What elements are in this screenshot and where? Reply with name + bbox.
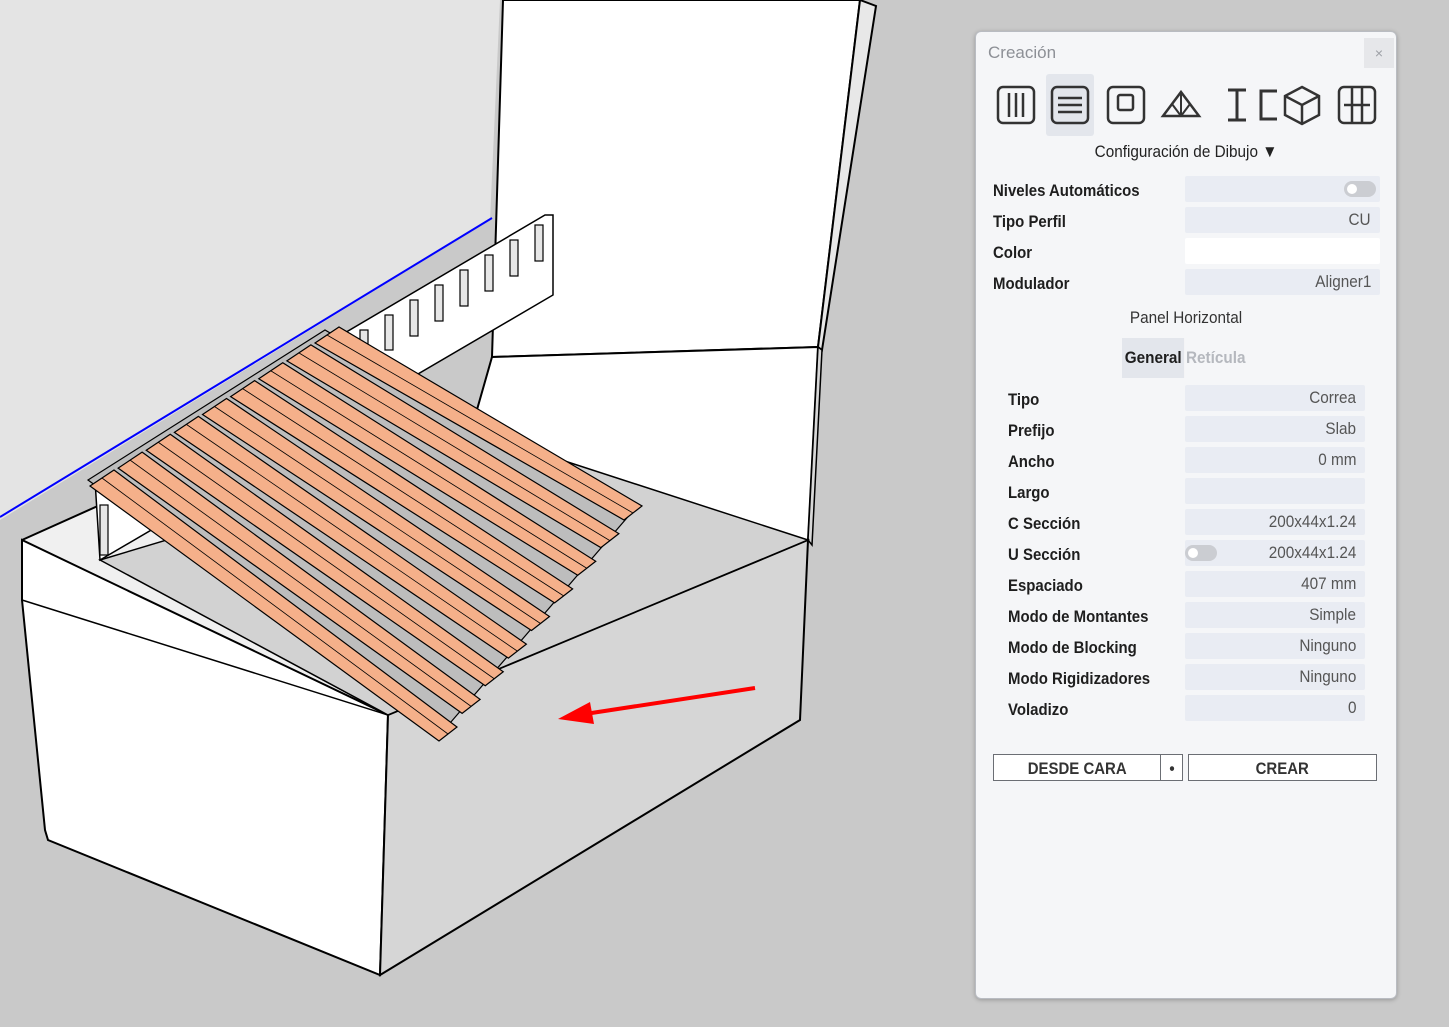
modulador-select[interactable]: Aligner1 — [1185, 269, 1380, 295]
field-value-modo-de-montantes: Simple — [1309, 605, 1356, 624]
field-input-largo[interactable] — [1185, 478, 1365, 504]
window-frame-icon — [1106, 85, 1146, 125]
tab-general[interactable]: General — [1122, 338, 1185, 378]
tipo-perfil-value: CU — [1348, 210, 1371, 229]
tab-reticula[interactable]: Retícula — [1186, 338, 1246, 378]
field-value-espaciado: 407 mm — [1300, 574, 1356, 593]
field-input-modo-de-blocking[interactable]: Ninguno — [1185, 633, 1365, 659]
field-input-espaciado[interactable]: 407 mm — [1185, 571, 1365, 597]
field-label-modo-de-blocking: Modo de Blocking — [1008, 638, 1137, 657]
box-3d-icon — [1283, 85, 1321, 126]
roof-truss-icon — [1160, 89, 1202, 118]
horizontal-panel-tool-button[interactable] — [1046, 74, 1094, 136]
field-row-c-seccion: C Sección 200x44x1.24 — [1008, 509, 1368, 537]
field-value-u-seccion: 200x44x1.24 — [1268, 543, 1356, 562]
studs-icon — [996, 85, 1036, 125]
field-row-modo-de-montantes: Modo de Montantes Simple — [1008, 602, 1368, 630]
field-label-largo: Largo — [1008, 483, 1050, 502]
niveles-row: Niveles Automáticos — [993, 176, 1383, 204]
niveles-toggle[interactable] — [1344, 181, 1376, 197]
tipo-perfil-row: Tipo Perfil CU — [993, 207, 1383, 235]
panel-titlebar: Creación × — [976, 32, 1396, 72]
field-label-tipo: Tipo — [1008, 390, 1040, 409]
creation-panel: Creación × Configuración de Dibujo ▼ Niv… — [975, 31, 1397, 999]
field-row-modo-de-blocking: Modo de Blocking Ninguno — [1008, 633, 1368, 661]
studs-tool-button[interactable] — [992, 74, 1040, 136]
field-input-voladizo[interactable]: 0 — [1185, 695, 1365, 721]
field-row-largo: Largo — [1008, 478, 1368, 506]
modulador-row: Modulador Aligner1 — [993, 269, 1383, 297]
field-label-voladizo: Voladizo — [1008, 700, 1069, 719]
field-label-c-seccion: C Sección — [1008, 514, 1081, 533]
field-input-tipo[interactable]: Correa — [1185, 385, 1365, 411]
field-input-modo-rigidizadores[interactable]: Ninguno — [1185, 664, 1365, 690]
color-label: Color — [993, 243, 1033, 262]
window-frame-tool-button[interactable] — [1102, 74, 1150, 136]
horizontal-panel-icon — [1050, 85, 1090, 125]
close-button[interactable]: × — [1364, 38, 1394, 68]
tipo-perfil-select[interactable]: CU — [1185, 207, 1380, 233]
color-row: Color — [993, 238, 1383, 266]
field-value-ancho: 0 mm — [1317, 450, 1356, 469]
field-row-modo-rigidizadores: Modo Rigidizadores Ninguno — [1008, 664, 1368, 692]
field-value-prefijo: Slab — [1325, 419, 1356, 438]
field-row-u-seccion: U Sección 200x44x1.24 — [1008, 540, 1368, 568]
modulador-label: Modulador — [993, 274, 1070, 293]
tipo-perfil-label: Tipo Perfil — [993, 212, 1066, 231]
field-row-tipo: Tipo Correa — [1008, 385, 1368, 413]
roof-truss-tool-button[interactable] — [1157, 74, 1205, 136]
panel-type-title: Panel Horizontal — [1129, 308, 1243, 327]
field-label-espaciado: Espaciado — [1008, 576, 1083, 595]
field-value-tipo: Correa — [1309, 388, 1356, 407]
panel-title: Creación — [988, 43, 1057, 62]
config-dropdown-title[interactable]: Configuración de Dibujo ▼ — [997, 142, 1375, 162]
grid-frame-tool-button[interactable] — [1333, 74, 1381, 136]
field-row-ancho: Ancho 0 mm — [1008, 447, 1368, 475]
field-input-prefijo[interactable]: Slab — [1185, 416, 1365, 442]
back-wall — [490, 0, 878, 359]
color-swatch[interactable] — [1185, 238, 1380, 264]
field-value-modo-rigidizadores: Ninguno — [1299, 667, 1356, 686]
modulador-value: Aligner1 — [1314, 272, 1371, 291]
field-label-modo-de-montantes: Modo de Montantes — [1008, 607, 1149, 626]
field-label-prefijo: Prefijo — [1008, 421, 1055, 440]
field-input-c-seccion[interactable]: 200x44x1.24 — [1185, 509, 1365, 535]
field-row-prefijo: Prefijo Slab — [1008, 416, 1368, 444]
u-seccion-toggle[interactable] — [1185, 545, 1217, 561]
niveles-label: Niveles Automáticos — [993, 181, 1140, 200]
box-3d-tool-button[interactable] — [1278, 74, 1326, 136]
field-input-ancho[interactable]: 0 mm — [1185, 447, 1365, 473]
crear-button[interactable]: CREAR — [1188, 754, 1377, 781]
field-label-ancho: Ancho — [1008, 452, 1055, 471]
field-value-voladizo: 0 — [1347, 698, 1356, 717]
field-value-c-seccion: 200x44x1.24 — [1268, 512, 1356, 531]
field-value-modo-de-blocking: Ninguno — [1299, 636, 1356, 655]
desde-cara-options-button[interactable]: • — [1160, 754, 1183, 781]
grid-frame-icon — [1337, 85, 1377, 125]
field-row-espaciado: Espaciado 407 mm — [1008, 571, 1368, 599]
field-input-modo-de-montantes[interactable]: Simple — [1185, 602, 1365, 628]
field-label-u-seccion: U Sección — [1008, 545, 1081, 564]
field-label-modo-rigidizadores: Modo Rigidizadores — [1008, 669, 1151, 688]
desde-cara-button[interactable]: DESDE CARA — [993, 754, 1161, 781]
field-row-voladizo: Voladizo 0 — [1008, 695, 1368, 723]
